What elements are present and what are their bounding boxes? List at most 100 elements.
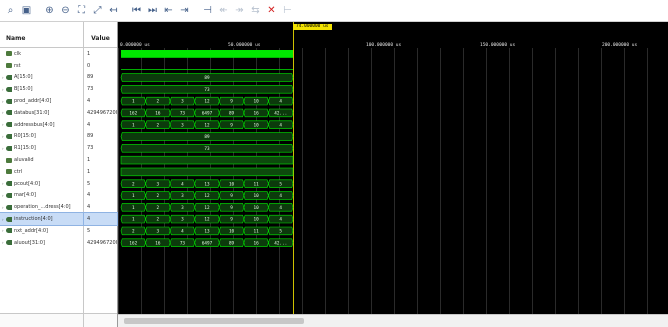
bus-signal-icon bbox=[6, 74, 12, 80]
snap-icon[interactable]: ⊢ bbox=[281, 4, 294, 17]
bus-segment-label: 2 bbox=[132, 229, 135, 235]
zoom-fit-icon[interactable]: ⛶ bbox=[75, 4, 88, 17]
signal-value: 0 bbox=[87, 62, 91, 69]
go-to-end-icon[interactable]: ⏭ bbox=[146, 4, 159, 17]
signal-row[interactable]: clk bbox=[0, 48, 83, 60]
bus-signal-icon bbox=[6, 98, 12, 104]
bus-segment-label: 3 bbox=[181, 193, 184, 199]
bus-signal-icon bbox=[6, 240, 12, 246]
signal-row[interactable]: › nxt_addr[4:0] bbox=[0, 225, 83, 237]
signal-value: 4 bbox=[87, 192, 91, 199]
go-to-cursor-icon[interactable]: ↤ bbox=[107, 4, 120, 17]
time-ruler[interactable]: 0.000000 us 50.000000 us 100.000000 us 150.… bbox=[118, 22, 668, 48]
signal-row[interactable]: rst bbox=[0, 60, 83, 72]
cursor-time-label: 74.000000 us bbox=[293, 24, 332, 30]
next-marker-icon[interactable]: ↠ bbox=[233, 4, 246, 17]
previous-marker-icon[interactable]: ↞ bbox=[217, 4, 230, 17]
signal-row[interactable]: › pcout[4:0] bbox=[0, 178, 83, 190]
bus-segment-label: 4 bbox=[279, 217, 282, 223]
bus-segment-label: 16 bbox=[254, 111, 260, 117]
bus-segment-label: 16 bbox=[155, 240, 161, 246]
bus-segment-label: 2 bbox=[157, 205, 160, 211]
horizontal-scrollbar[interactable] bbox=[118, 314, 668, 327]
bus-segment-label: 42... bbox=[274, 240, 287, 246]
bus-segment-label: 4 bbox=[181, 229, 184, 235]
add-marker-icon[interactable]: ⊣ bbox=[201, 4, 214, 17]
toolbar-separator bbox=[123, 4, 127, 17]
signal-row[interactable]: › addressbus[4:0] bbox=[0, 119, 83, 131]
bus-segment-label: 3 bbox=[181, 217, 184, 223]
signal-row[interactable]: › B[15:0] bbox=[0, 83, 83, 95]
bus-segment-label: 6497 bbox=[202, 111, 213, 117]
bus-segment-label: 9 bbox=[230, 205, 233, 211]
bit-signal-icon bbox=[6, 63, 12, 69]
bus-segment-label: 10 bbox=[229, 229, 235, 235]
bus-segment-label: 10 bbox=[254, 193, 260, 199]
bus-segment-label: 73 bbox=[180, 240, 186, 246]
signal-row[interactable]: › databus[31:0] bbox=[0, 107, 83, 119]
bus-segment-label: 10 bbox=[254, 99, 260, 105]
bus-segment-label: 1 bbox=[132, 99, 135, 105]
signal-row[interactable]: ctrl bbox=[0, 166, 83, 178]
value-column-header[interactable]: Value bbox=[84, 22, 117, 48]
waveform-area[interactable]: 0.000000 us 50.000000 us 100.000000 us 150.… bbox=[118, 22, 668, 314]
bus-segment-label: 5 bbox=[279, 229, 282, 235]
next-transition-icon[interactable]: ⇥ bbox=[178, 4, 191, 17]
bus-segment-label: 11 bbox=[254, 229, 260, 235]
waveform-canvas[interactable]: 89731 2 3 12 9 10 4162 16 73 6497 89 16 42...1 2 3 12 9 1… bbox=[118, 48, 668, 314]
zoom-out-icon[interactable]: ⊖ bbox=[59, 4, 72, 17]
signal-row[interactable]: › operation_...dress[4:0] bbox=[0, 201, 83, 213]
previous-transition-icon[interactable]: ⇤ bbox=[162, 4, 175, 17]
bus-segment-label: 10 bbox=[254, 217, 260, 223]
signal-name: R0[15:0] bbox=[14, 133, 36, 140]
signal-name: aluvalid bbox=[14, 157, 34, 164]
signal-value: 1 bbox=[87, 50, 91, 57]
bus-segment-label: 3 bbox=[157, 229, 160, 235]
bus-segment-label: 10 bbox=[254, 205, 260, 211]
signal-name: instruction[4:0] bbox=[14, 216, 53, 223]
bus-segment-label: 2 bbox=[157, 217, 160, 223]
bus-segment-label: 2 bbox=[157, 122, 160, 128]
bus-segment-label: 2 bbox=[132, 181, 135, 187]
signal-row[interactable]: › A[15:0] bbox=[0, 72, 83, 84]
zoom-cursor-icon[interactable]: ⤢ bbox=[91, 4, 104, 17]
delete-icon[interactable]: ✕ bbox=[265, 4, 278, 17]
value-panel-footer bbox=[84, 313, 117, 327]
scrollbar-thumb[interactable] bbox=[124, 318, 304, 324]
signal-row[interactable]: › aluout[31:0] bbox=[0, 237, 83, 249]
bus-segment-label: 6497 bbox=[202, 240, 213, 246]
save-icon[interactable]: ▣ bbox=[20, 4, 33, 17]
bus-segment-label: 89 bbox=[204, 134, 210, 140]
signal-name: B[15:0] bbox=[14, 86, 33, 93]
signal-name: prod_addr[4:0] bbox=[14, 98, 52, 105]
swap-cursors-icon[interactable]: ⇆ bbox=[249, 4, 262, 17]
go-to-start-icon[interactable]: ⏮ bbox=[130, 4, 143, 17]
signal-row[interactable]: › R0[15:0] bbox=[0, 131, 83, 143]
bus-segment-label: 12 bbox=[204, 217, 210, 223]
search-icon[interactable]: ⌕ bbox=[4, 4, 17, 17]
bus-segment-label: 10 bbox=[254, 122, 260, 128]
signal-row[interactable]: aluvalid bbox=[0, 154, 83, 166]
name-panel-footer bbox=[0, 313, 83, 327]
signal-value: 73 bbox=[87, 86, 94, 93]
name-column-header[interactable]: Name bbox=[0, 22, 83, 48]
bit-wave-high bbox=[120, 155, 294, 165]
signal-row[interactable]: › mar[4:0] bbox=[0, 190, 83, 202]
signal-row[interactable]: › R1[15:0] bbox=[0, 142, 83, 154]
bus-segment-label: 11 bbox=[254, 181, 260, 187]
bus-segment-label: 12 bbox=[204, 99, 210, 105]
bus-signal-icon bbox=[6, 110, 12, 116]
signal-name: A[15:0] bbox=[14, 74, 33, 81]
signal-row[interactable]: › prod_addr[4:0] bbox=[0, 95, 83, 107]
bus-segment-label: 1 bbox=[132, 193, 135, 199]
bus-segment-label: 3 bbox=[157, 181, 160, 187]
zoom-in-icon[interactable]: ⊕ bbox=[43, 4, 56, 17]
toolbar-separator bbox=[36, 4, 40, 17]
signal-name: aluout[31:0] bbox=[14, 239, 45, 246]
bus-signal-icon bbox=[6, 181, 12, 187]
signal-row[interactable]: › instruction[4:0] bbox=[0, 212, 84, 226]
toolbar: ⌕ ▣ ⊕ ⊖ ⛶ ⤢ ↤ ⏮ ⏭ ⇤ ⇥ ⊣ ↞ ↠ ⇆ ✕ ⊢ bbox=[0, 0, 668, 22]
bus-segment-label: 2 bbox=[157, 99, 160, 105]
value-panel: Value 1 0 89 73 4 4294967200 4 89 73 1 1 5 4 4 4 5 42949… bbox=[83, 22, 118, 327]
bus-signal-icon bbox=[6, 216, 12, 222]
